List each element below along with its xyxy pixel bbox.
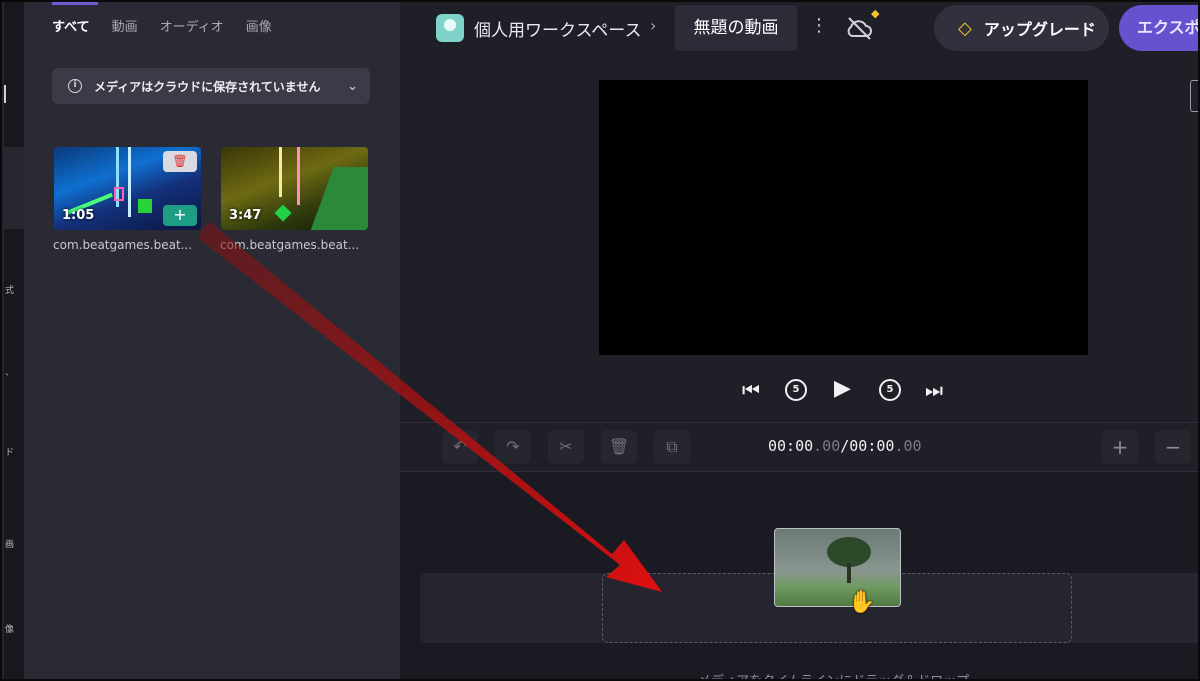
premium-gem-icon: ◆ — [871, 7, 880, 20]
tab-image[interactable]: 画像 — [246, 2, 272, 54]
thumb-detail — [847, 563, 851, 583]
chevron-right-icon: › — [650, 16, 657, 35]
tab-audio[interactable]: オーディオ — [160, 2, 224, 54]
workspace-avatar[interactable] — [436, 14, 464, 42]
cloud-off-icon[interactable] — [844, 14, 874, 42]
upgrade-label: アップグレード — [983, 20, 1096, 39]
rail-indicator — [4, 85, 6, 103]
export-button[interactable]: エクスポ — [1119, 5, 1198, 51]
project-title[interactable]: 無題の動画 — [675, 5, 797, 51]
more-options-icon[interactable]: ⋮ — [810, 15, 828, 36]
zoom-out-icon[interactable]: − — [1155, 430, 1191, 464]
add-to-timeline-button[interactable]: + — [163, 205, 197, 226]
side-panel-handle[interactable] — [1190, 80, 1198, 112]
time-current: 00:00 — [768, 437, 814, 455]
app-window: 式 、 ド 画 像 すべて 動画 オーディオ 画像 i メディアはクラウドに保存… — [0, 0, 1200, 681]
rail-label-4[interactable]: 画 — [5, 537, 14, 550]
workspace-name[interactable]: 個人用ワークスペース — [474, 16, 641, 41]
rewind-5-icon[interactable]: 5 — [785, 379, 807, 401]
thumb-detail — [297, 147, 300, 205]
media-panel: すべて 動画 オーディオ 画像 i メディアはクラウドに保存されていません ⌄ … — [24, 2, 400, 679]
rail-label-5[interactable]: 像 — [5, 622, 14, 635]
forward-5-icon[interactable]: 5 — [879, 379, 901, 401]
media-name: com.beatgames.beat... — [220, 238, 360, 252]
media-tabs: すべて 動画 オーディオ 画像 — [52, 2, 294, 54]
media-thumbnail[interactable]: 3:47 — [221, 147, 368, 230]
thumb-detail — [138, 199, 152, 213]
upgrade-button[interactable]: ◇ アップグレード — [934, 5, 1109, 51]
time-current-frac: .00 — [813, 437, 841, 455]
trash-icon[interactable]: 🗑 — [163, 151, 197, 172]
media-name: com.beatgames.beat... — [53, 238, 193, 252]
zoom-in-icon[interactable]: + — [1102, 430, 1138, 464]
delete-icon[interactable]: 🗑 — [601, 430, 637, 464]
add-clip-icon[interactable]: ⧉ — [654, 430, 690, 464]
time-separator: / — [840, 437, 850, 455]
rail-selected-item[interactable] — [4, 147, 24, 229]
thumb-detail — [279, 147, 282, 197]
skip-to-start-icon[interactable]: ⏮ — [742, 378, 760, 402]
rail-label-3[interactable]: ド — [5, 445, 14, 458]
cloud-notice-text: メディアはクラウドに保存されていません — [94, 79, 321, 94]
undo-icon[interactable]: ↶ — [442, 430, 478, 464]
play-icon[interactable]: ▶ — [834, 376, 851, 401]
tab-all[interactable]: すべて — [52, 2, 98, 54]
thumb-detail — [128, 147, 131, 217]
rail-label-2[interactable]: 、 — [5, 365, 14, 378]
gem-icon: ◇ — [958, 17, 972, 39]
time-total: 00:00 — [849, 437, 895, 455]
drop-hint: メディアをタイムラインにドラッグ＆ドロップ — [698, 670, 969, 679]
redo-icon[interactable]: ↷ — [495, 430, 531, 464]
chevron-down-icon[interactable]: ⌄ — [347, 79, 358, 94]
time-total-frac: .00 — [894, 437, 922, 455]
dragged-media-preview[interactable] — [774, 528, 901, 607]
media-duration: 3:47 — [229, 208, 262, 223]
media-duration: 1:05 — [62, 208, 95, 223]
rail-label-1[interactable]: 式 — [5, 283, 14, 296]
nav-rail: 式 、 ド 画 像 — [4, 2, 24, 679]
video-preview[interactable] — [599, 80, 1088, 355]
media-thumbnail[interactable]: 1:05 🗑 + — [54, 147, 201, 230]
tab-video[interactable]: 動画 — [112, 2, 138, 54]
split-icon[interactable]: ✂ — [548, 430, 584, 464]
skip-to-end-icon[interactable]: ⏭ — [925, 378, 943, 402]
thumb-detail — [114, 187, 124, 201]
thumb-detail — [274, 204, 292, 222]
thumb-detail — [308, 167, 368, 230]
timecode: 00:00.00/00:00.00 — [768, 437, 922, 455]
cloud-notice[interactable]: i メディアはクラウドに保存されていません ⌄ — [52, 68, 370, 104]
grab-cursor-icon: ✋ — [848, 590, 876, 615]
info-icon: i — [68, 79, 82, 93]
